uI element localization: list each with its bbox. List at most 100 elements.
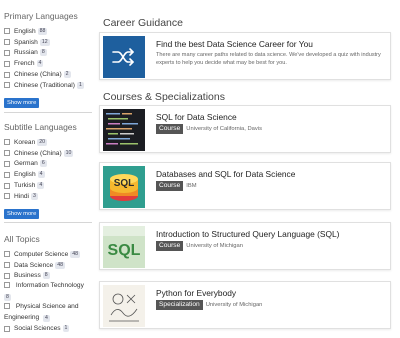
filter-label: German	[14, 160, 38, 168]
checkbox[interactable]	[4, 71, 10, 78]
checkbox[interactable]	[4, 251, 10, 258]
svg-text:SQL: SQL	[114, 178, 135, 189]
partner-name: University of Michigan	[205, 302, 263, 308]
checkbox[interactable]	[4, 139, 10, 146]
count-badge: 48	[55, 261, 65, 269]
filter-option[interactable]: Turkish 4	[4, 180, 96, 191]
count-badge: 3	[31, 192, 38, 200]
filter-option[interactable]: Physical Science and Engineering 4	[4, 302, 96, 323]
type-badge: Course	[156, 241, 184, 251]
sql-database-thumbnail: SQL	[103, 166, 145, 208]
filter-label: Chinese (China)	[14, 71, 62, 79]
checkbox[interactable]	[4, 82, 10, 89]
course-card[interactable]: SQL Introduction to Structured Query Lan…	[99, 222, 391, 270]
filter-option[interactable]: French 4	[4, 58, 96, 69]
career-card[interactable]: Find the best Data Science Career for Yo…	[99, 32, 391, 80]
course-card[interactable]: SQL for Data Science Course University o…	[99, 105, 391, 153]
card-title[interactable]: SQL for Data Science	[156, 112, 237, 122]
filter-label: Business	[14, 272, 41, 280]
checkbox[interactable]	[4, 171, 10, 178]
filter-option[interactable]: Business 8	[4, 271, 96, 282]
card-meta: Course University of Michigan	[156, 241, 243, 251]
filter-option[interactable]: Spanish 12	[4, 37, 96, 48]
filter-label: Data Science	[14, 261, 54, 269]
partner-name: IBM	[186, 183, 197, 189]
card-title[interactable]: Introduction to Structured Query Languag…	[156, 229, 339, 239]
primary-languages-filter: Primary Languages English 88 Spanish 12 Ru…	[4, 11, 96, 109]
filter-label: English	[14, 27, 36, 35]
show-more-button[interactable]: Show more	[4, 97, 40, 108]
type-badge: Course	[156, 181, 184, 191]
show-more-button[interactable]: Show more	[4, 208, 40, 219]
filter-option[interactable]: Social Sciences 1	[4, 323, 96, 334]
filter-option[interactable]: Information Technology 8	[4, 281, 96, 302]
filter-option[interactable]: English 88	[4, 26, 96, 37]
checkbox[interactable]	[4, 193, 10, 200]
checkbox[interactable]	[4, 39, 10, 46]
card-title[interactable]: Databases and SQL for Data Science	[156, 169, 295, 179]
filter-label: Computer Science	[14, 250, 69, 258]
filter-option[interactable]: Chinese (China) 2	[4, 69, 96, 80]
checkbox[interactable]	[4, 282, 10, 289]
filter-label: Russian	[14, 49, 38, 57]
count-badge: 4	[43, 314, 50, 322]
card-title[interactable]: Find the best Data Science Career for Yo…	[156, 39, 313, 49]
filter-label: Turkish	[14, 182, 36, 190]
shuffle-icon	[103, 36, 145, 78]
count-badge: 4	[37, 171, 45, 179]
filter-option[interactable]: Korean 20	[4, 137, 96, 148]
card-title[interactable]: Python for Everybody	[156, 288, 236, 298]
type-badge: Specialization	[156, 300, 203, 310]
partner-name: University of Michigan	[186, 243, 243, 249]
filter-group-title: All Topics	[4, 234, 40, 244]
checkbox[interactable]	[4, 49, 10, 56]
filter-label: Hindi	[14, 192, 30, 200]
subtitle-languages-filter: Subtitle Languages Korean 20 Chinese (Chi…	[4, 122, 96, 220]
count-badge: 1	[62, 325, 70, 333]
count-badge: 8	[4, 293, 11, 301]
filter-sidebar: Primary Languages English 88 Spanish 12 Ru…	[0, 0, 97, 338]
filter-label: English	[14, 171, 36, 179]
checkbox[interactable]	[4, 28, 10, 35]
card-meta: Specialization University of Michigan	[156, 300, 262, 310]
checkbox[interactable]	[4, 60, 10, 67]
career-guidance-heading: Career Guidance	[103, 17, 183, 29]
topics-filter: All Topics Computer Science 48 Data Scien…	[4, 234, 96, 334]
filter-group-title: Primary Languages	[4, 11, 78, 21]
course-card[interactable]: SQL Databases and SQL for Data Science C…	[99, 162, 391, 210]
partner-name: University of California, Davis	[186, 126, 262, 132]
type-badge: Course	[156, 124, 184, 134]
count-badge: 6	[39, 160, 47, 168]
courses-heading: Courses & Specializations	[103, 91, 225, 103]
checkbox[interactable]	[4, 160, 10, 167]
filter-option[interactable]: Chinese (China) 10	[4, 148, 96, 159]
checkbox[interactable]	[4, 262, 10, 269]
card-meta: Course University of California, Davis	[156, 124, 262, 134]
divider	[4, 222, 92, 223]
filter-label: Chinese (China)	[14, 149, 62, 157]
count-badge: 8	[42, 272, 50, 280]
filter-option[interactable]: Data Science 48	[4, 260, 96, 271]
checkbox[interactable]	[4, 150, 10, 157]
count-badge: 12	[39, 38, 50, 46]
divider	[4, 112, 92, 113]
checkbox[interactable]	[4, 182, 10, 189]
filter-option[interactable]: Computer Science 48	[4, 249, 96, 260]
filter-option[interactable]: English 4	[4, 169, 96, 180]
card-meta: Course IBM	[156, 181, 197, 191]
count-badge: 10	[63, 149, 74, 157]
filter-label: Information Technology	[15, 282, 84, 290]
filter-option[interactable]: Hindi 3	[4, 191, 96, 202]
checkbox[interactable]	[4, 303, 10, 310]
checkbox[interactable]	[4, 272, 10, 279]
filter-option[interactable]: Chinese (Traditional) 1	[4, 80, 96, 91]
filter-option[interactable]: German 6	[4, 159, 96, 170]
filter-label: Physical Science and Engineering	[4, 303, 79, 321]
checkbox[interactable]	[4, 325, 10, 332]
filter-option[interactable]: Russian 8	[4, 48, 96, 59]
filter-label: Spanish	[14, 38, 38, 46]
course-card[interactable]: Python for Everybody Specialization Univ…	[99, 281, 391, 329]
filter-group-title: Subtitle Languages	[4, 122, 77, 132]
filter-label: Korean	[14, 138, 36, 146]
count-badge: 2	[63, 71, 71, 79]
